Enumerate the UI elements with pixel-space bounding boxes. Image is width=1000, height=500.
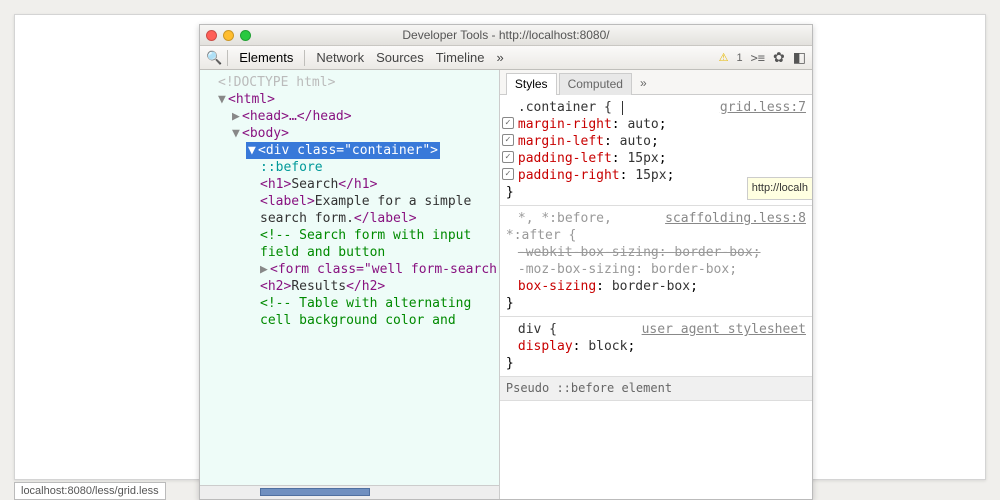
property-toggle[interactable]: ✓ — [502, 134, 514, 146]
dom-doctype[interactable]: <!DOCTYPE html> — [208, 74, 499, 91]
title-bar[interactable]: Developer Tools - http://localhost:8080/ — [200, 25, 812, 46]
main-toolbar: 🔍 Elements Network Sources Timeline » ⚠ 1… — [200, 46, 812, 70]
css-selector[interactable]: div { — [518, 322, 557, 337]
dom-h1[interactable]: <h1>Search</h1> — [208, 176, 499, 193]
status-bar: localhost:8080/less/grid.less — [14, 482, 166, 500]
styles-tabs: StylesComputed» — [500, 70, 812, 95]
warning-count: 1 — [736, 52, 742, 64]
dom-form[interactable]: ▶<form class="well form-search">…</form> — [208, 261, 499, 278]
property-toggle[interactable]: ✓ — [502, 151, 514, 163]
tab-computed[interactable]: Computed — [559, 73, 632, 95]
dom-comment-2[interactable]: <!-- Table with alternating cell backgro… — [208, 295, 499, 329]
disclosure-icon[interactable]: ▼ — [248, 142, 258, 159]
source-link[interactable]: grid.less:7 — [720, 99, 806, 116]
property-toggle[interactable]: ✓ — [502, 117, 514, 129]
disclosure-icon[interactable]: ▼ — [218, 91, 228, 108]
dom-tree[interactable]: <!DOCTYPE html> ▼<html> ▶<head>…</head> … — [200, 70, 499, 329]
tab-overflow[interactable]: » — [490, 50, 509, 65]
horizontal-scrollbar[interactable] — [200, 485, 499, 499]
css-selector[interactable]: .container { — [518, 100, 625, 115]
css-rule[interactable]: user agent stylesheet div { display: blo… — [500, 317, 812, 377]
tab-timeline[interactable]: Timeline — [430, 50, 491, 65]
settings-icon[interactable]: ✿ — [773, 49, 785, 66]
tab-elements[interactable]: Elements — [233, 50, 299, 65]
disclosure-icon[interactable]: ▼ — [232, 125, 242, 142]
dom-comment-1[interactable]: <!-- Search form with input field and bu… — [208, 227, 499, 261]
source-link[interactable]: scaffolding.less:8 — [665, 210, 806, 227]
dom-html[interactable]: ▼<html> — [208, 91, 499, 108]
tab-overflow[interactable]: » — [634, 73, 653, 94]
source-link: user agent stylesheet — [642, 321, 806, 338]
dock-icon[interactable]: ◧ — [793, 49, 806, 66]
window-title: Developer Tools - http://localhost:8080/ — [200, 28, 812, 42]
devtools-window: Developer Tools - http://localhost:8080/… — [199, 24, 813, 500]
elements-panel[interactable]: <!DOCTYPE html> ▼<html> ▶<head>…</head> … — [200, 70, 500, 499]
css-selector[interactable]: *, *:before, — [518, 211, 612, 226]
dom-pseudo-before[interactable]: ::before — [208, 159, 499, 176]
dom-h2[interactable]: <h2>Results</h2> — [208, 278, 499, 295]
main-content: <!DOCTYPE html> ▼<html> ▶<head>…</head> … — [200, 70, 812, 499]
scrollbar-thumb[interactable] — [260, 488, 370, 496]
dom-label[interactable]: <label>Example for a simple search form.… — [208, 193, 499, 227]
dom-body[interactable]: ▼<body> — [208, 125, 499, 142]
warning-icon[interactable]: ⚠ — [719, 51, 729, 64]
tab-sources[interactable]: Sources — [370, 50, 430, 65]
disclosure-icon[interactable]: ▶ — [232, 108, 242, 125]
css-rule[interactable]: scaffolding.less:8 *, *:before, *:after … — [500, 206, 812, 317]
dom-head[interactable]: ▶<head>…</head> — [208, 108, 499, 125]
tab-network[interactable]: Network — [310, 50, 370, 65]
property-toggle[interactable]: ✓ — [502, 168, 514, 180]
search-icon[interactable]: 🔍 — [206, 50, 222, 66]
console-toggle-icon[interactable]: >≡ — [751, 51, 765, 65]
tab-styles[interactable]: Styles — [506, 73, 557, 95]
link-tooltip: http://localh — [747, 177, 812, 200]
styles-panel[interactable]: StylesComputed» grid.less:7 .container {… — [500, 70, 812, 499]
dom-selected-node[interactable]: ▼<div class="container"> — [208, 142, 499, 159]
disclosure-icon[interactable]: ▶ — [260, 261, 270, 278]
pseudo-header: Pseudo ::before element — [500, 377, 812, 401]
